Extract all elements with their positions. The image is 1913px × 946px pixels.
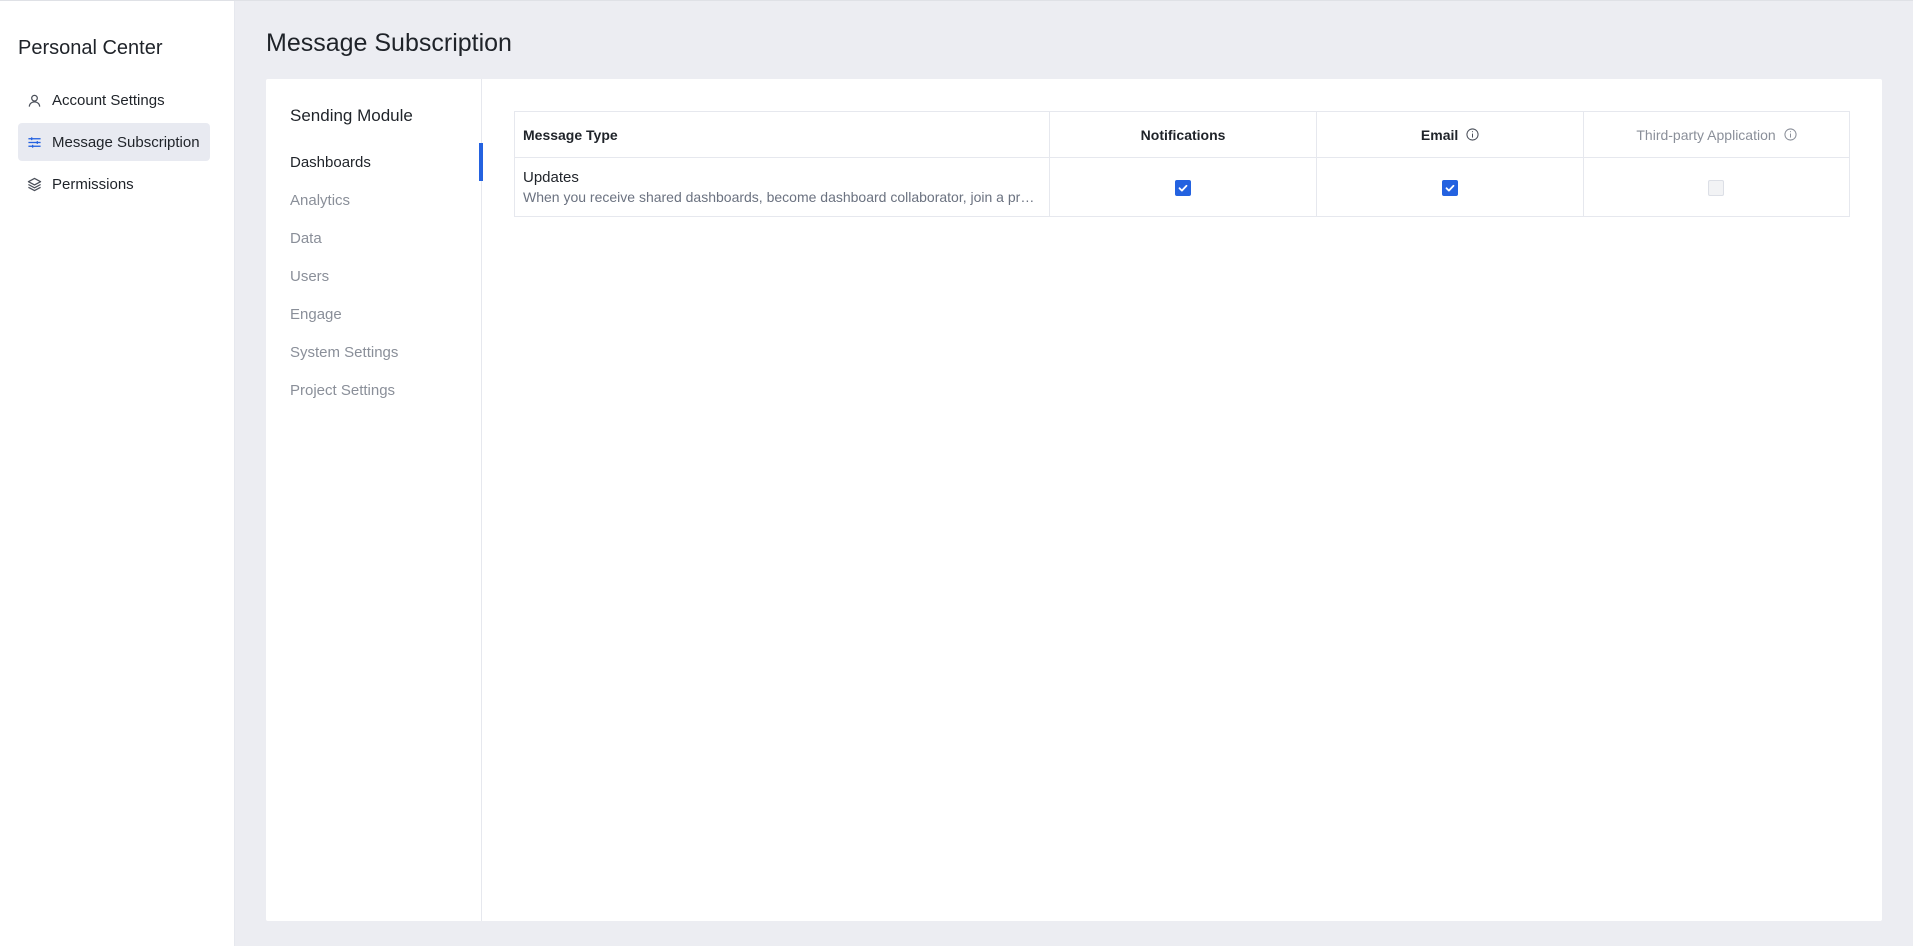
page-title: Message Subscription xyxy=(266,29,512,57)
table-row: Updates When you receive shared dashboar… xyxy=(514,157,1851,217)
layers-icon xyxy=(26,176,42,192)
module-item-data[interactable]: Data xyxy=(266,219,482,257)
cell-email xyxy=(1316,157,1584,217)
check-icon xyxy=(1445,184,1455,192)
header-message-type: Message Type xyxy=(514,111,1050,158)
content-card: Sending Module Dashboards Analytics Data… xyxy=(266,79,1882,921)
subscription-table: Message Type Notifications Email Third-p… xyxy=(514,111,1851,217)
sidebar-item-account-settings[interactable]: Account Settings xyxy=(18,81,210,119)
sidebar-item-permissions[interactable]: Permissions xyxy=(18,165,210,203)
check-icon xyxy=(1178,184,1188,192)
third-party-checkbox[interactable] xyxy=(1708,179,1725,196)
sidebar-item-label: Account Settings xyxy=(52,91,165,109)
module-nav-title: Sending Module xyxy=(290,106,413,125)
sidebar: Personal Center Account Settings Message… xyxy=(0,1,235,946)
sidebar-item-label: Permissions xyxy=(52,175,134,193)
sidebar-item-message-subscription[interactable]: Message Subscription xyxy=(18,123,210,161)
info-icon[interactable] xyxy=(1783,128,1797,141)
module-item-project-settings[interactable]: Project Settings xyxy=(266,371,482,409)
header-notifications: Notifications xyxy=(1048,111,1318,158)
module-item-system-settings[interactable]: System Settings xyxy=(266,333,482,371)
cell-notifications xyxy=(1048,157,1318,217)
user-icon xyxy=(26,92,42,108)
header-third-party-application: Third-party Application xyxy=(1582,111,1851,158)
module-item-analytics[interactable]: Analytics xyxy=(266,181,482,219)
module-item-dashboards[interactable]: Dashboards xyxy=(266,143,483,181)
header-email: Email xyxy=(1316,111,1584,158)
info-icon[interactable] xyxy=(1466,128,1479,141)
sidebar-title: Personal Center xyxy=(18,37,163,59)
sliders-icon xyxy=(26,134,42,150)
module-item-users[interactable]: Users xyxy=(266,257,482,295)
email-checkbox[interactable] xyxy=(1442,179,1459,196)
row-description: When you receive shared dashboards, beco… xyxy=(523,189,1041,205)
cell-message-type: Updates When you receive shared dashboar… xyxy=(514,157,1050,217)
notifications-checkbox[interactable] xyxy=(1175,179,1192,196)
app-window: Personal Center Account Settings Message… xyxy=(0,0,1913,946)
row-title: Updates xyxy=(523,169,579,186)
table-header-row: Message Type Notifications Email Third-p… xyxy=(514,111,1851,158)
module-item-engage[interactable]: Engage xyxy=(266,295,482,333)
sidebar-item-label: Message Subscription xyxy=(52,133,200,151)
module-nav: Sending Module Dashboards Analytics Data… xyxy=(266,79,483,921)
cell-third-party xyxy=(1582,157,1851,217)
